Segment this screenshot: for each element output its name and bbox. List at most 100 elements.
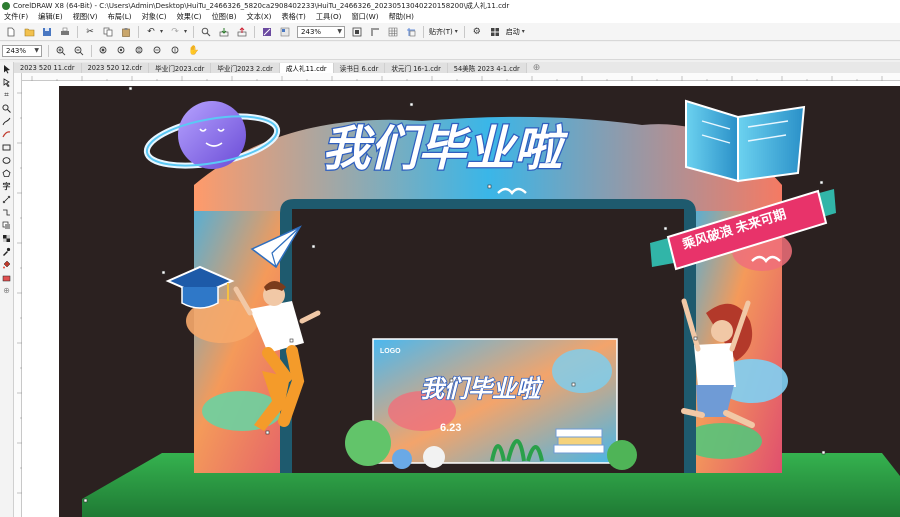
options-gear-icon[interactable]: ⚙: [470, 25, 484, 39]
show-grid-icon[interactable]: [386, 25, 400, 39]
vertical-ruler[interactable]: [14, 73, 22, 517]
rectangle-tool-icon[interactable]: [1, 141, 13, 153]
standard-toolbar: ✂ ↶ ▾ ↷ ▾ 243% ▼ 贴齐(T) ▾ ⚙ 启动 ▾: [0, 23, 900, 41]
interactive-fill-tool-icon[interactable]: [1, 258, 13, 270]
new-document-icon[interactable]: [4, 25, 18, 39]
snap-to-menu[interactable]: 贴齐(T): [429, 27, 453, 37]
menu-layout[interactable]: 布局(L): [104, 12, 138, 22]
chevron-down-icon: ▼: [34, 46, 39, 54]
decor-sphere: [345, 420, 391, 466]
show-guidelines-icon[interactable]: [404, 25, 418, 39]
color-eyedropper-tool-icon[interactable]: [1, 245, 13, 257]
zoom-level-select[interactable]: 243% ▼: [297, 25, 346, 38]
menu-bitmaps[interactable]: 位图(B): [208, 12, 243, 22]
text-tool-icon[interactable]: 字: [1, 180, 13, 192]
title-bar: CorelDRAW X8 (64-Bit) - C:\Users\Admin\D…: [0, 0, 900, 11]
tab-document[interactable]: 状元门 16-1.cdr: [385, 63, 448, 73]
chevron-down-icon[interactable]: ▾: [522, 28, 525, 35]
copy-icon[interactable]: [101, 25, 115, 39]
connector-tool-icon[interactable]: [1, 206, 13, 218]
add-tool-icon[interactable]: ⊕: [1, 284, 13, 296]
menu-text[interactable]: 文本(X): [243, 12, 278, 22]
menu-bar: 文件(F) 编辑(E) 视图(V) 布局(L) 对象(C) 效果(C) 位图(B…: [0, 11, 900, 23]
separator: [77, 25, 78, 38]
chevron-down-icon: ▼: [337, 27, 343, 35]
export-icon[interactable]: [235, 25, 249, 39]
tab-document[interactable]: 毕业门2023 2.cdr: [211, 63, 280, 73]
save-icon[interactable]: [40, 25, 54, 39]
freehand-tool-icon[interactable]: [1, 115, 13, 127]
poster-title[interactable]: 我们毕业啦: [419, 375, 544, 404]
hand-tool-icon[interactable]: ✋: [187, 44, 201, 58]
paste-icon[interactable]: [119, 25, 133, 39]
redo-icon[interactable]: ↷: [168, 25, 182, 39]
full-screen-icon[interactable]: [350, 25, 364, 39]
undo-icon[interactable]: ↶: [144, 25, 158, 39]
ruler-ticks: [31, 76, 883, 81]
separator: [91, 44, 92, 57]
drop-shadow-tool-icon[interactable]: [1, 219, 13, 231]
crop-tool-icon[interactable]: ⌗: [1, 89, 13, 101]
artistic-media-tool-icon[interactable]: [1, 128, 13, 140]
document-tab-bar: 2023 520 11.cdr 2023 520 12.cdr 毕业门2023.…: [14, 62, 900, 73]
search-content-icon[interactable]: [199, 25, 213, 39]
horizontal-ruler[interactable]: [22, 73, 900, 81]
menu-window[interactable]: 窗口(W): [347, 12, 384, 22]
open-book-icon[interactable]: [685, 99, 806, 183]
drawing-canvas[interactable]: 我们毕业啦 乘风破浪 未来可期 LOGO 我们毕业啦 6.23: [22, 81, 900, 517]
separator: [48, 44, 49, 57]
property-bar: 243% ▼ ✋: [0, 42, 900, 60]
parallel-dimension-tool-icon[interactable]: [1, 193, 13, 205]
import-icon[interactable]: [217, 25, 231, 39]
show-rulers-icon[interactable]: [368, 25, 382, 39]
pick-tool-icon[interactable]: [1, 63, 13, 75]
menu-object[interactable]: 对象(C): [138, 12, 173, 22]
open-folder-icon[interactable]: [22, 25, 36, 39]
tab-document-active[interactable]: 成人礼11.cdr: [279, 63, 334, 73]
application-launcher-icon[interactable]: [488, 25, 502, 39]
transparency-tool-icon[interactable]: [1, 232, 13, 244]
cut-icon[interactable]: ✂: [83, 25, 97, 39]
zoom-to-page-icon[interactable]: [133, 44, 147, 58]
launch-menu[interactable]: 启动: [506, 27, 520, 37]
main-title[interactable]: 我们毕业啦: [321, 122, 571, 178]
separator: [138, 25, 139, 38]
polygon-tool-icon[interactable]: [1, 167, 13, 179]
menu-edit[interactable]: 编辑(E): [34, 12, 69, 22]
redo-dropdown-icon[interactable]: ▾: [184, 28, 187, 35]
zoom-in-icon[interactable]: [54, 44, 68, 58]
decor-sphere: [392, 449, 412, 469]
print-icon[interactable]: [58, 25, 72, 39]
zoom-to-page-width-icon[interactable]: [151, 44, 165, 58]
menu-tools[interactable]: 工具(O): [312, 12, 348, 22]
zoom-to-page-height-icon[interactable]: [169, 44, 183, 58]
menu-effects[interactable]: 效果(C): [173, 12, 208, 22]
shape-tool-icon[interactable]: [1, 76, 13, 88]
zoom-out-icon[interactable]: [72, 44, 86, 58]
zoom-tool-icon[interactable]: [1, 102, 13, 114]
decor-sphere: [423, 446, 445, 468]
tab-document[interactable]: 54美陈 2023 4-1.cdr: [447, 63, 527, 73]
tab-document[interactable]: 2023 520 12.cdr: [81, 63, 150, 73]
chevron-down-icon[interactable]: ▾: [455, 28, 458, 35]
separator: [463, 25, 465, 38]
welcome-screen-icon[interactable]: [278, 25, 292, 39]
menu-help[interactable]: 帮助(H): [385, 12, 420, 22]
new-tab-plus-icon[interactable]: ⊕: [527, 63, 547, 73]
tab-document[interactable]: 读书日 6.cdr: [333, 63, 386, 73]
zoom-to-selected-icon[interactable]: [97, 44, 111, 58]
tab-document[interactable]: 毕业门2023.cdr: [149, 63, 212, 73]
artwork-svg[interactable]: 我们毕业啦 乘风破浪 未来可期 LOGO 我们毕业啦 6.23: [22, 81, 900, 517]
undo-dropdown-icon[interactable]: ▾: [160, 28, 163, 35]
menu-view[interactable]: 视图(V): [69, 12, 104, 22]
ellipse-tool-icon[interactable]: [1, 154, 13, 166]
tab-document[interactable]: 2023 520 11.cdr: [14, 63, 82, 73]
menu-table[interactable]: 表格(T): [277, 12, 311, 22]
smart-fill-tool-icon[interactable]: [1, 271, 13, 283]
separator: [254, 25, 256, 38]
zoom-levels-select[interactable]: 243% ▼: [2, 44, 42, 57]
menu-file[interactable]: 文件(F): [0, 12, 34, 22]
publish-pdf-icon[interactable]: [260, 25, 274, 39]
center-poster[interactable]: LOGO 我们毕业啦 6.23: [372, 338, 618, 464]
zoom-to-all-objects-icon[interactable]: [115, 44, 129, 58]
